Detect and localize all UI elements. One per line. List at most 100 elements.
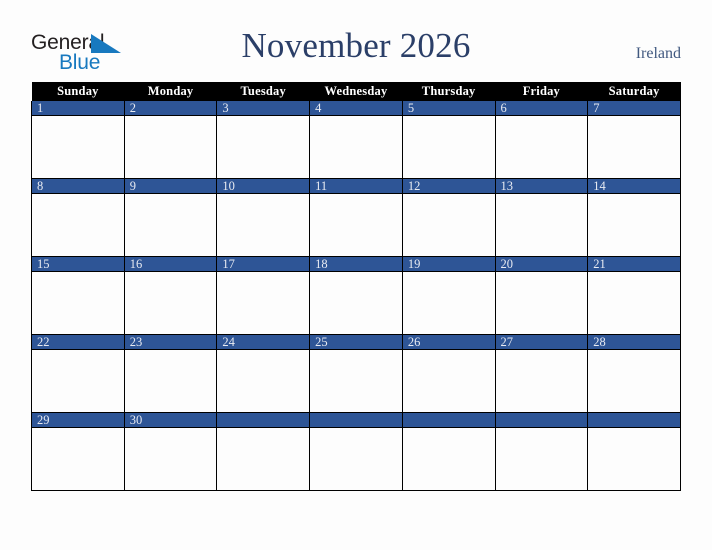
day-cell[interactable]: 30 xyxy=(123,412,218,491)
day-cell[interactable]: 28 xyxy=(587,334,681,413)
day-cell[interactable]: 5 xyxy=(401,101,496,179)
day-content[interactable] xyxy=(32,272,124,333)
day-content[interactable] xyxy=(402,428,495,489)
day-content[interactable] xyxy=(310,428,402,489)
day-cell[interactable]: 29 xyxy=(31,412,125,491)
day-cell[interactable]: 15 xyxy=(31,256,125,335)
calendar-grid: Sunday Monday Tuesday Wednesday Thursday… xyxy=(31,82,681,491)
calendar-body: 1 2 3 4 5 6 7 8 9 10 11 12 13 14 15 16 1… xyxy=(31,101,681,491)
day-cell[interactable]: 2 xyxy=(123,101,218,179)
day-number: 20 xyxy=(495,257,588,272)
day-content[interactable] xyxy=(32,194,124,255)
day-of-week-header-wednesday: Wednesday xyxy=(309,82,403,101)
day-number: 30 xyxy=(124,413,217,428)
day-content[interactable] xyxy=(217,194,310,255)
day-cell[interactable]: 7 xyxy=(587,101,681,179)
day-content[interactable] xyxy=(124,194,217,255)
day-content[interactable] xyxy=(495,350,588,411)
day-number: 18 xyxy=(310,257,402,272)
day-number: 29 xyxy=(32,413,124,428)
day-content[interactable] xyxy=(588,350,680,411)
day-number: 23 xyxy=(124,335,217,350)
day-cell[interactable]: 14 xyxy=(587,178,681,257)
day-number: 1 xyxy=(32,101,124,116)
day-number: 27 xyxy=(495,335,588,350)
day-number: 28 xyxy=(588,335,680,350)
day-cell[interactable]: 18 xyxy=(309,256,403,335)
day-cell-empty[interactable] xyxy=(494,412,589,491)
day-content[interactable] xyxy=(495,272,588,333)
day-content[interactable] xyxy=(217,428,310,489)
day-of-week-header-friday: Friday xyxy=(495,82,588,101)
day-content[interactable] xyxy=(124,428,217,489)
day-cell[interactable]: 4 xyxy=(309,101,403,179)
day-cell[interactable]: 25 xyxy=(309,334,403,413)
day-content[interactable] xyxy=(588,272,680,333)
day-content[interactable] xyxy=(402,272,495,333)
calendar-week-row: 1 2 3 4 5 6 7 xyxy=(31,101,681,179)
day-content[interactable] xyxy=(310,194,402,255)
day-cell[interactable]: 9 xyxy=(123,178,218,257)
day-cell[interactable]: 6 xyxy=(494,101,589,179)
day-cell[interactable]: 3 xyxy=(216,101,311,179)
day-cell[interactable]: 12 xyxy=(401,178,496,257)
day-cell[interactable]: 27 xyxy=(494,334,589,413)
day-content[interactable] xyxy=(217,350,310,411)
day-content[interactable] xyxy=(588,116,680,177)
day-content[interactable] xyxy=(124,272,217,333)
day-number xyxy=(217,413,310,428)
day-cell[interactable]: 23 xyxy=(123,334,218,413)
day-cell[interactable]: 16 xyxy=(123,256,218,335)
day-cell[interactable]: 22 xyxy=(31,334,125,413)
page-title: November 2026 xyxy=(241,26,471,65)
day-cell[interactable]: 1 xyxy=(31,101,125,179)
page-header: General Blue November 2026 Ireland xyxy=(0,0,712,82)
day-content[interactable] xyxy=(124,116,217,177)
day-cell-empty[interactable] xyxy=(216,412,311,491)
day-number: 26 xyxy=(402,335,495,350)
day-content[interactable] xyxy=(495,116,588,177)
day-number: 7 xyxy=(588,101,680,116)
day-content[interactable] xyxy=(588,194,680,255)
day-cell[interactable]: 11 xyxy=(309,178,403,257)
day-content[interactable] xyxy=(402,350,495,411)
day-content[interactable] xyxy=(32,350,124,411)
day-content[interactable] xyxy=(32,116,124,177)
day-number: 24 xyxy=(217,335,310,350)
day-cell[interactable]: 13 xyxy=(494,178,589,257)
day-cell-empty[interactable] xyxy=(401,412,496,491)
calendar-week-row: 15 16 17 18 19 20 21 xyxy=(31,256,681,335)
day-cell[interactable]: 24 xyxy=(216,334,311,413)
day-cell[interactable]: 10 xyxy=(216,178,311,257)
calendar-week-row: 22 23 24 25 26 27 28 xyxy=(31,334,681,413)
day-content[interactable] xyxy=(402,116,495,177)
day-content[interactable] xyxy=(124,350,217,411)
day-cell[interactable]: 26 xyxy=(401,334,496,413)
day-of-week-header-saturday: Saturday xyxy=(587,82,681,101)
day-content[interactable] xyxy=(495,194,588,255)
day-content[interactable] xyxy=(310,350,402,411)
day-content[interactable] xyxy=(588,428,680,489)
day-number: 2 xyxy=(124,101,217,116)
day-cell[interactable]: 17 xyxy=(216,256,311,335)
day-content[interactable] xyxy=(217,272,310,333)
day-cell[interactable]: 20 xyxy=(494,256,589,335)
day-content[interactable] xyxy=(495,428,588,489)
day-cell[interactable]: 8 xyxy=(31,178,125,257)
country-label: Ireland xyxy=(635,45,681,62)
day-cell-empty[interactable] xyxy=(309,412,403,491)
day-cell-empty[interactable] xyxy=(587,412,681,491)
day-content[interactable] xyxy=(217,116,310,177)
day-cell[interactable]: 21 xyxy=(587,256,681,335)
day-content[interactable] xyxy=(310,116,402,177)
calendar-page: General Blue November 2026 Ireland Sunda… xyxy=(0,0,712,550)
day-cell[interactable]: 19 xyxy=(401,256,496,335)
day-content[interactable] xyxy=(310,272,402,333)
day-number: 12 xyxy=(402,179,495,194)
day-number: 19 xyxy=(402,257,495,272)
day-content[interactable] xyxy=(32,428,124,489)
day-number: 6 xyxy=(495,101,588,116)
day-number: 8 xyxy=(32,179,124,194)
day-number xyxy=(310,413,402,428)
day-content[interactable] xyxy=(402,194,495,255)
